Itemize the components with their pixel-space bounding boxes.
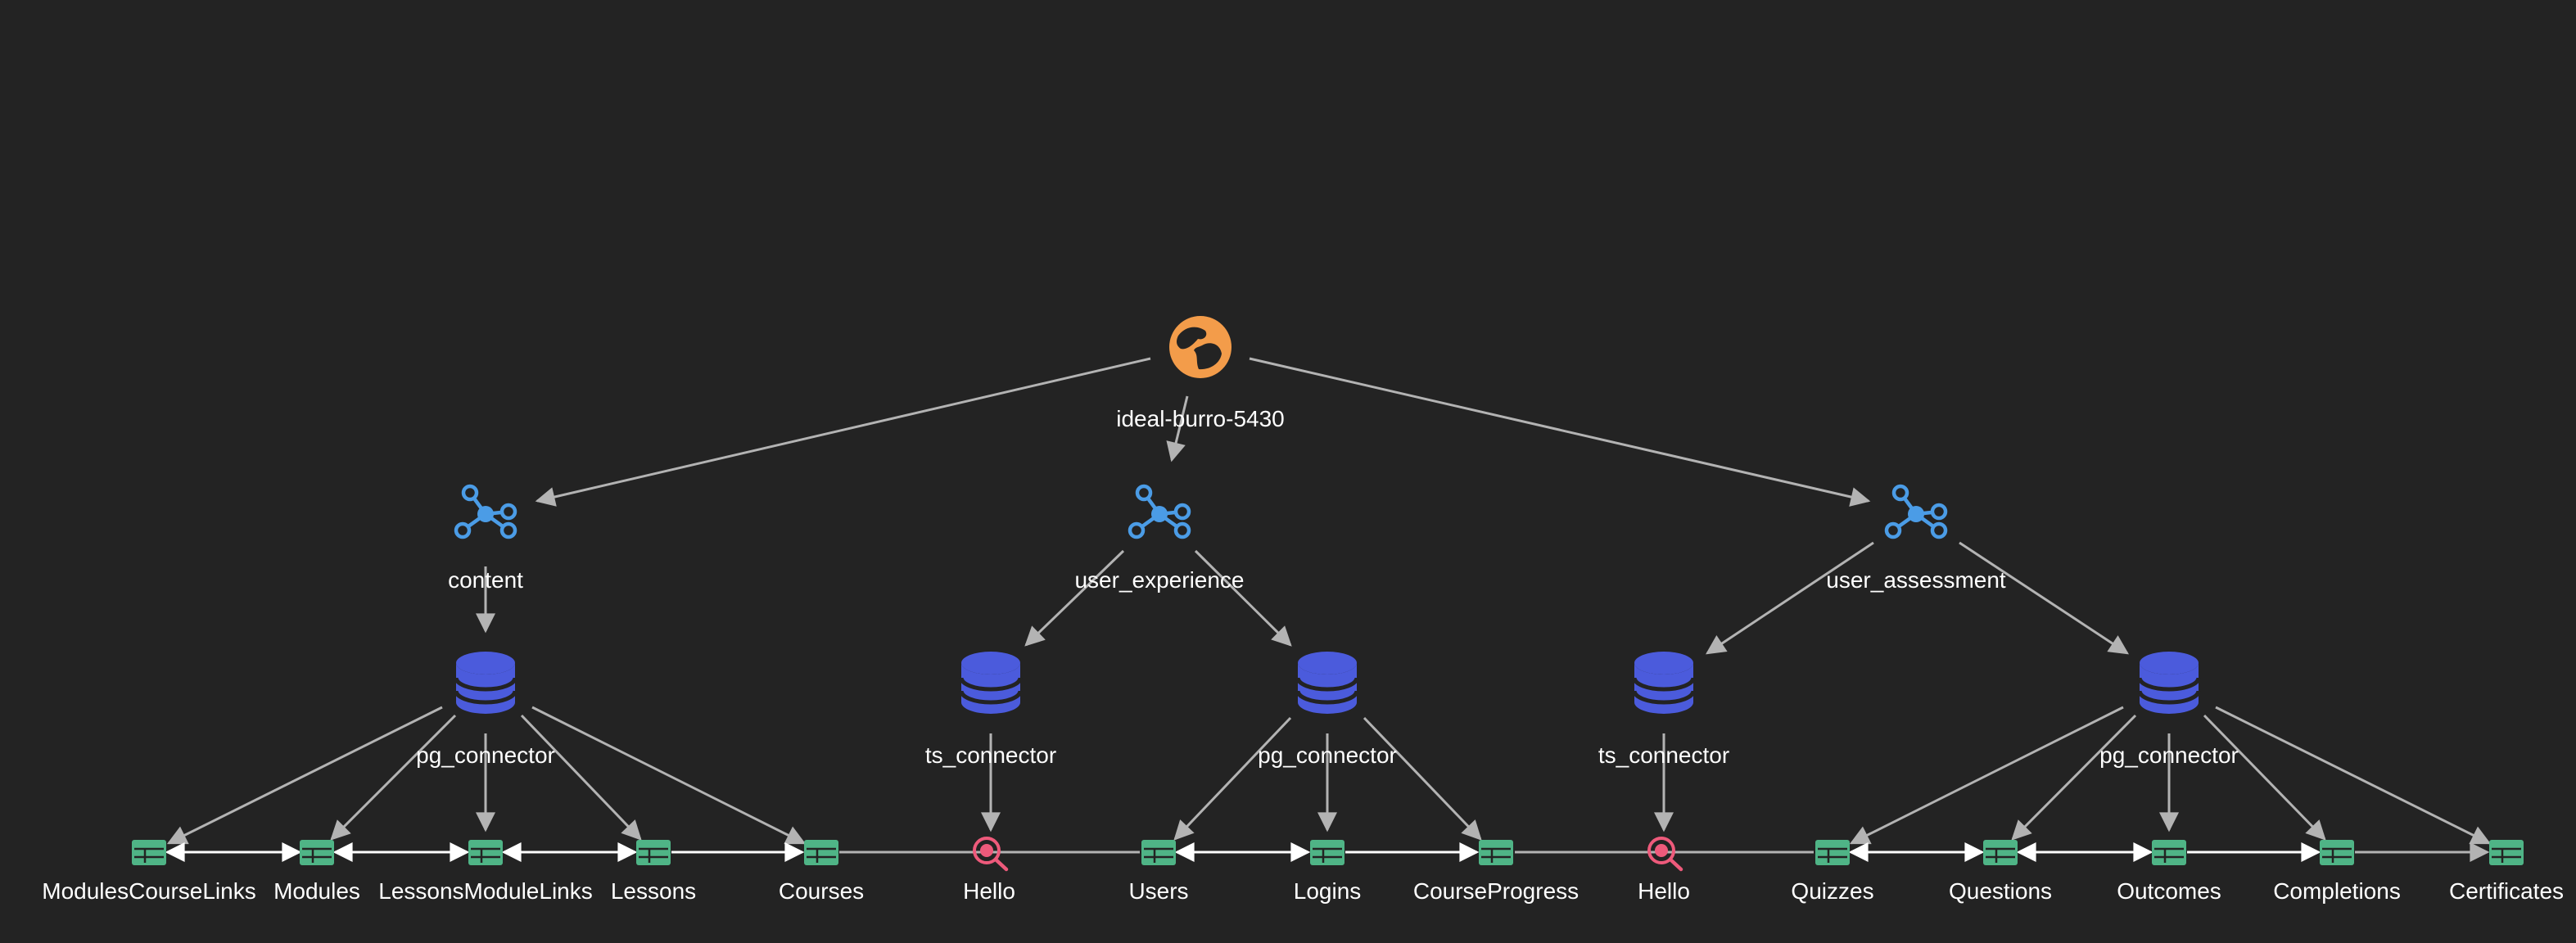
node-label: pg_connector	[2099, 742, 2239, 768]
edge-pg1-modules	[330, 714, 457, 841]
node-table-outcomes[interactable]: Outcomes	[2117, 840, 2221, 904]
node-label: Courses	[779, 878, 864, 904]
node-label: user_assessment	[1826, 567, 2006, 593]
table-icon	[2152, 840, 2186, 865]
table-icon	[2489, 840, 2524, 865]
node-table-completions[interactable]: Completions	[2273, 840, 2401, 904]
node-query-hello-2[interactable]: Hello	[1638, 837, 1690, 904]
node-label: pg_connector	[1258, 742, 1397, 768]
node-table-users[interactable]: Users	[1128, 840, 1189, 904]
node-label: LessonsModuleLinks	[378, 878, 593, 904]
node-namespace-content[interactable]: content	[448, 484, 523, 593]
table-icon	[1983, 840, 2018, 865]
node-label: content	[448, 567, 523, 593]
edge-pg1-courses	[531, 706, 807, 845]
node-table-courses[interactable]: Courses	[779, 840, 864, 904]
node-table-modules[interactable]: Modules	[273, 840, 360, 904]
node-label: Questions	[1949, 878, 2052, 904]
node-label: ideal-burro-5430	[1116, 406, 1284, 431]
table-icon	[132, 840, 166, 865]
database-icon	[959, 652, 1023, 714]
edge-pg3-quizzes	[1849, 706, 2124, 845]
node-label: user_experience	[1074, 567, 1244, 593]
edge-ux-pg2	[1194, 549, 1292, 647]
node-label: ModulesCourseLinks	[42, 878, 255, 904]
node-label: Modules	[273, 878, 360, 904]
node-table-lessons[interactable]: Lessons	[611, 840, 696, 904]
table-icon	[804, 840, 838, 865]
edge-pg3-questions	[2011, 714, 2137, 841]
edge-pg3-certificates	[2215, 706, 2492, 845]
node-connector-ts-2[interactable]: ts_connector	[1598, 652, 1729, 768]
node-label: pg_connector	[416, 742, 555, 768]
database-icon	[1632, 652, 1696, 714]
node-label: Hello	[1638, 878, 1690, 904]
node-label: Users	[1128, 878, 1188, 904]
edge-pg2-courseprogress	[1363, 716, 1482, 841]
node-connector-pg-2[interactable]: pg_connector	[1258, 652, 1397, 768]
node-namespace-user-assessment[interactable]: user_assessment	[1826, 484, 2006, 593]
lineage-graph: ideal-burro-5430 content user_experience…	[42, 316, 2564, 904]
table-icon	[2320, 840, 2354, 865]
hub-icon	[1884, 484, 1948, 539]
node-label: Certificates	[2449, 878, 2564, 904]
edge-pg1-modulescourselinks	[166, 706, 443, 845]
table-icon	[1310, 840, 1344, 865]
globe-icon	[1169, 316, 1232, 378]
node-label: Hello	[963, 878, 1015, 904]
table-icon	[1815, 840, 1850, 865]
edge-root-content	[535, 357, 1151, 507]
node-label: ts_connector	[925, 742, 1056, 768]
database-icon	[454, 652, 517, 714]
node-table-quizzes[interactable]: Quizzes	[1791, 840, 1874, 904]
edge-pg1-lessons	[520, 714, 642, 841]
database-icon	[2137, 652, 2201, 714]
edge-ux-ts1	[1024, 549, 1125, 647]
hierarchy-edges	[166, 357, 2492, 845]
hub-icon	[1128, 484, 1191, 539]
table-icon	[1141, 840, 1176, 865]
table-icon	[636, 840, 671, 865]
table-icon	[300, 840, 334, 865]
query-icon	[973, 837, 1009, 872]
node-label: CourseProgress	[1413, 878, 1579, 904]
query-icon	[1647, 837, 1683, 872]
node-root[interactable]: ideal-burro-5430	[1116, 316, 1285, 431]
edge-pg2-users	[1173, 716, 1292, 841]
edge-root-user-assessment	[1249, 357, 1871, 507]
node-query-hello-1[interactable]: Hello	[963, 837, 1015, 904]
table-icon	[468, 840, 503, 865]
node-label: Completions	[2273, 878, 2401, 904]
table-icon	[1479, 840, 1513, 865]
node-table-courseprogress[interactable]: CourseProgress	[1413, 840, 1579, 904]
node-label: Lessons	[611, 878, 696, 904]
database-icon	[1295, 652, 1359, 714]
edge-pg3-completions	[2203, 714, 2326, 841]
node-table-questions[interactable]: Questions	[1949, 840, 2052, 904]
edge-assess-pg3	[1959, 541, 2130, 655]
node-label: ts_connector	[1598, 742, 1729, 768]
node-table-lessonsmodulelinks[interactable]: LessonsModuleLinks	[378, 840, 593, 904]
edge-assess-ts2	[1706, 541, 1874, 655]
node-label: Quizzes	[1791, 878, 1873, 904]
node-connector-ts-1[interactable]: ts_connector	[925, 652, 1056, 768]
node-label: Outcomes	[2117, 878, 2221, 904]
node-table-logins[interactable]: Logins	[1294, 840, 1362, 904]
node-table-modulescourselinks[interactable]: ModulesCourseLinks	[42, 840, 256, 904]
node-table-certificates[interactable]: Certificates	[2449, 840, 2564, 904]
node-namespace-user-experience[interactable]: user_experience	[1074, 484, 1245, 593]
node-label: Logins	[1294, 878, 1362, 904]
hub-icon	[454, 484, 517, 539]
